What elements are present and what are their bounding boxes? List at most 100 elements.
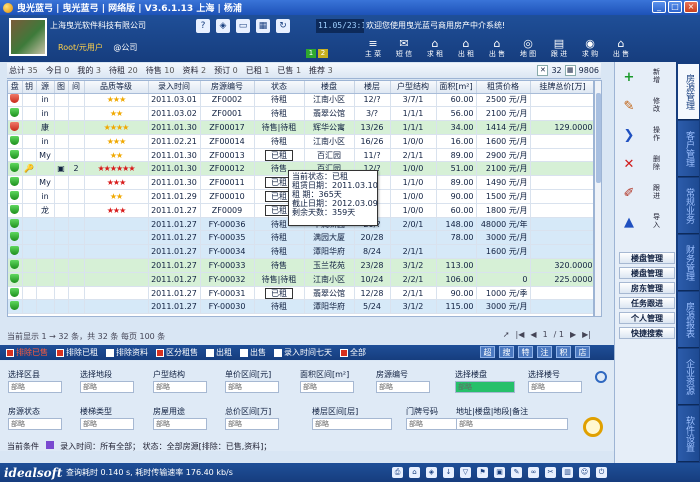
- action-button-1[interactable]: ✎ 修改: [619, 95, 673, 121]
- filter-option-1[interactable]: 排除已租: [56, 347, 98, 358]
- search-select[interactable]: 部略: [225, 418, 279, 430]
- table-row[interactable]: 2011.01.27 FY-00035 待租 满园大厦 20/28 78.00 3000 元…: [8, 230, 593, 246]
- count-filter-6[interactable]: 预订 0: [214, 65, 238, 76]
- table-row[interactable]: 2011.01.27 FY-00033 待售 玉兰花苑 23/28 3/1/2 113.00…: [8, 258, 593, 273]
- user-icon[interactable]: ☺: [579, 467, 590, 478]
- search-select[interactable]: 部略: [225, 381, 279, 393]
- quick-link-button[interactable]: 特: [518, 346, 533, 358]
- checkbox-icon[interactable]: [206, 348, 214, 357]
- pin-icon[interactable]: ➚: [503, 330, 510, 339]
- count-filter-4[interactable]: 待售 10: [146, 65, 175, 76]
- module-button-2[interactable]: ⌂ 求 租: [422, 37, 448, 61]
- checkbox-icon[interactable]: [6, 348, 14, 357]
- filter-option-3[interactable]: 区分租售: [156, 347, 198, 358]
- action-button-3[interactable]: ✕ 删除: [619, 153, 673, 179]
- search-select[interactable]: 部略: [153, 418, 207, 430]
- status-label[interactable]: 已租: [265, 287, 293, 299]
- count-filter-0[interactable]: 总计 35: [9, 65, 38, 76]
- column-header[interactable]: 源: [36, 81, 55, 94]
- column-header[interactable]: 状态: [254, 81, 305, 94]
- print-icon[interactable]: ⎙: [392, 467, 403, 478]
- search-select[interactable]: 部略: [300, 381, 354, 393]
- table-row[interactable]: 2011.01.27 FY-00031 已租 翡翠公馆 12/28 2/1/1 90.00 1…: [8, 286, 593, 301]
- first-page-icon[interactable]: |◀: [516, 330, 525, 339]
- filter-option-6[interactable]: 录入时间七天: [274, 347, 332, 358]
- tile-icon[interactable]: ▦: [256, 19, 270, 33]
- navigate-icon[interactable]: ◈: [216, 19, 230, 33]
- down-icon[interactable]: ↓: [443, 467, 454, 478]
- search-select[interactable]: 部略: [153, 381, 207, 393]
- checkbox-icon[interactable]: [340, 348, 348, 357]
- exit-icon[interactable]: ⏻: [596, 467, 607, 478]
- column-header[interactable]: 盘: [8, 81, 23, 94]
- action-button-0[interactable]: + 新增: [619, 66, 673, 92]
- close-button[interactable]: ×: [684, 1, 698, 13]
- table-row[interactable]: in ★★★ 2011.03.01 ZF0002 待租 江南小区 12/? 3/7/1 60.0…: [8, 93, 593, 108]
- module-button-4[interactable]: ⌂ 出 售: [484, 37, 510, 61]
- table-row[interactable]: 康 ★★★★ 2011.01.30 ZF00017 待售|待租 辉华公寓 13/26 1/1/…: [8, 120, 593, 135]
- module-tab-1[interactable]: 客户管理: [678, 121, 699, 177]
- count-filter-5[interactable]: 资料 2: [182, 65, 206, 76]
- filter-option-0[interactable]: 排除已售: [6, 347, 48, 358]
- count-filter-7[interactable]: 已租 1: [246, 65, 270, 76]
- module-page-1[interactable]: 1: [306, 49, 316, 58]
- column-header[interactable]: 品质等级: [84, 81, 149, 94]
- search-select[interactable]: 部略: [455, 381, 515, 393]
- refresh-icon[interactable]: ↻: [276, 19, 290, 33]
- avatar[interactable]: [9, 18, 47, 56]
- search-select[interactable]: 部略: [80, 381, 134, 393]
- module-button-7[interactable]: ◉ 求 购: [577, 37, 603, 61]
- column-header[interactable]: 挂牌总价[万]: [530, 81, 593, 94]
- table-scrollbar[interactable]: [594, 80, 602, 317]
- module-tab-0[interactable]: 房源管理: [678, 64, 699, 120]
- panel-link[interactable]: 快捷搜索: [619, 327, 675, 339]
- quick-link-button[interactable]: 店: [575, 346, 590, 358]
- last-page-icon[interactable]: ▶|: [582, 330, 591, 339]
- count-filter-8[interactable]: 已售 1: [277, 65, 301, 76]
- current-page[interactable]: 1: [543, 330, 548, 339]
- column-header[interactable]: 面积[m²]: [436, 81, 477, 94]
- column-header[interactable]: 户型结构: [390, 81, 437, 94]
- filter-option-4[interactable]: 出租: [206, 347, 232, 358]
- column-header[interactable]: 图: [54, 81, 69, 94]
- module-button-0[interactable]: ≡ 主 菜: [360, 37, 386, 61]
- grid-icon[interactable]: ▦: [564, 65, 576, 76]
- search-select[interactable]: 部略: [528, 381, 582, 393]
- search-select[interactable]: 部略: [80, 418, 134, 430]
- column-header[interactable]: 录入时间: [148, 81, 201, 94]
- panel-link[interactable]: 房东管理: [619, 282, 675, 294]
- minimize-button[interactable]: _: [652, 1, 666, 13]
- status-label[interactable]: 已租: [265, 149, 293, 161]
- filter-option-7[interactable]: 全部: [340, 347, 366, 358]
- shield-icon[interactable]: ◈: [426, 467, 437, 478]
- panel-link[interactable]: 任务跟进: [619, 297, 675, 309]
- module-tab-6[interactable]: 软件设置: [678, 406, 699, 462]
- filter-option-5[interactable]: 出售: [240, 347, 266, 358]
- action-button-4[interactable]: ✐ 跟进: [619, 182, 673, 208]
- trash-icon[interactable]: ▥: [562, 467, 573, 478]
- next-page-icon[interactable]: ▶: [570, 330, 576, 339]
- checkbox-icon[interactable]: [240, 348, 248, 357]
- module-tab-3[interactable]: 财务管理: [678, 235, 699, 291]
- module-tab-5[interactable]: 企业资源: [678, 349, 699, 405]
- quick-link-button[interactable]: 注: [537, 346, 552, 358]
- close-filter-icon[interactable]: ✕: [537, 65, 549, 76]
- search-select[interactable]: 部略: [8, 381, 62, 393]
- module-button-6[interactable]: ▤ 跟 进: [546, 37, 572, 61]
- module-button-8[interactable]: ⌂ 出 售: [608, 37, 634, 61]
- column-header[interactable]: 间: [68, 81, 85, 94]
- column-header[interactable]: 楼层: [354, 81, 391, 94]
- link-icon[interactable]: ∞: [528, 467, 539, 478]
- home-icon[interactable]: ⌂: [409, 467, 420, 478]
- checkbox-icon[interactable]: [274, 348, 282, 357]
- module-button-3[interactable]: ⌂ 出 租: [453, 37, 479, 61]
- module-tab-4[interactable]: 房源报表: [678, 292, 699, 348]
- table-row[interactable]: in ★★ 2011.03.02 ZF0001 待租 翡翠公馆 3/? 1/1/1 56.00 2…: [8, 106, 593, 122]
- action-button-2[interactable]: ❯ 操作: [619, 124, 673, 150]
- column-header[interactable]: 楼盘: [304, 81, 355, 94]
- checkbox-icon[interactable]: [106, 348, 114, 357]
- quick-link-button[interactable]: 超: [480, 346, 495, 358]
- help-icon[interactable]: ?: [196, 19, 210, 33]
- flag-icon[interactable]: ⚑: [477, 467, 488, 478]
- table-row[interactable]: in ★★★ 2011.02.21 ZF00014 待租 江南小区 16/26 1/0/0 16…: [8, 134, 593, 149]
